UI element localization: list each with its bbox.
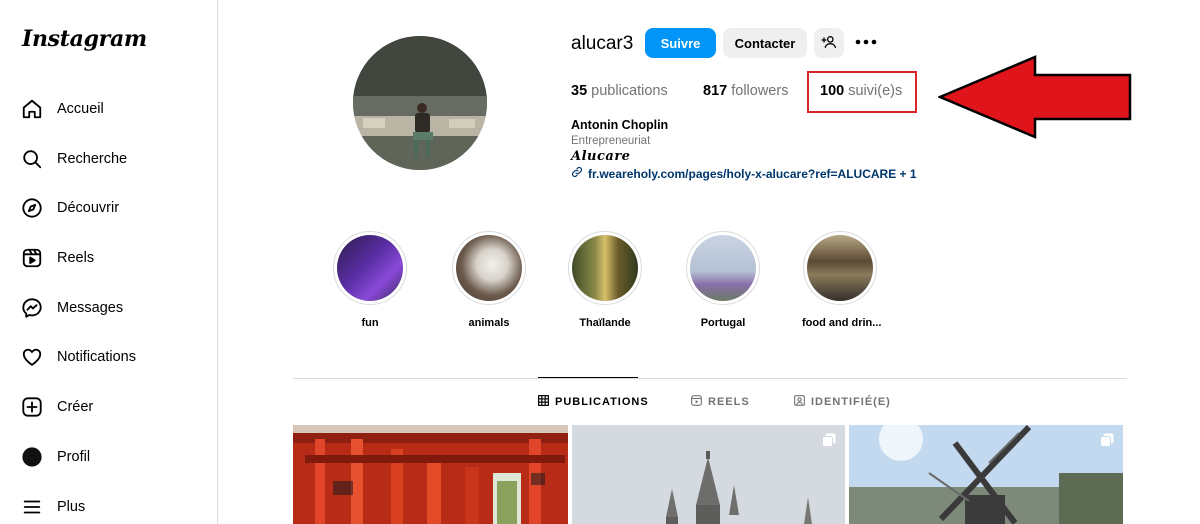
sidebar-item-create[interactable]: Créer — [20, 392, 93, 422]
highlight-ring — [803, 231, 877, 305]
highlight-thailande[interactable]: Thaïlande — [567, 231, 643, 329]
sidebar-item-search[interactable]: Recherche — [20, 144, 127, 174]
sidebar-item-profile[interactable]: Profil — [20, 442, 90, 472]
highlight-cover — [807, 235, 873, 301]
carousel-icon — [1100, 433, 1114, 447]
sidebar-item-notifications[interactable]: Notifications — [20, 342, 136, 372]
highlight-cover — [572, 235, 638, 301]
messenger-icon — [20, 296, 44, 320]
followers-label: followers — [731, 83, 789, 99]
highlight-cover — [456, 235, 522, 301]
profile-username: alucar3 — [571, 33, 634, 54]
profile-category: Entrepreneuriat — [571, 135, 651, 147]
profile-full-name: Antonin Choplin — [571, 118, 669, 132]
post-thumbnail[interactable] — [849, 425, 1123, 524]
sidebar-item-label: Reels — [57, 250, 95, 266]
post-thumbnail[interactable] — [293, 425, 568, 524]
sidebar-item-label: Accueil — [57, 101, 104, 117]
highlight-ring — [333, 231, 407, 305]
highlight-ring — [568, 231, 642, 305]
tab-tagged[interactable]: IDENTIFIÉ(E) — [794, 395, 891, 409]
highlight-ring — [686, 231, 760, 305]
highlight-food-and-drinks[interactable]: food and drin... — [802, 231, 882, 329]
tabs-divider — [293, 378, 1127, 379]
red-arrow-annotation — [938, 55, 1132, 139]
highlight-label: Thaïlande — [579, 317, 631, 329]
sidebar-item-reels[interactable]: Reels — [20, 243, 94, 273]
sidebar-item-label: Profil — [57, 449, 91, 465]
highlight-cover — [337, 235, 403, 301]
suggested-users-button[interactable] — [814, 28, 844, 58]
highlight-portugal[interactable]: Portugal — [685, 231, 761, 329]
sidebar-item-label: Messages — [57, 300, 124, 316]
home-icon — [20, 97, 44, 121]
tab-label: PUBLICATIONS — [555, 396, 649, 408]
profile-bio: Alucare — [571, 149, 631, 164]
highlight-ring — [452, 231, 526, 305]
link-icon — [571, 166, 583, 181]
add-user-icon — [821, 34, 837, 53]
grid-icon — [538, 395, 549, 409]
posts-count-stat: 35 publications — [571, 83, 668, 99]
highlight-cover — [690, 235, 756, 301]
profile-link-text: fr.weareholy.com/pages/holy-x-alucare?re… — [588, 166, 917, 181]
post-image — [849, 425, 1123, 524]
heart-icon — [20, 345, 44, 369]
tab-reels[interactable]: REELS — [691, 395, 750, 409]
sidebar-item-more[interactable]: Plus — [20, 492, 85, 522]
highlight-label: fun — [361, 317, 379, 329]
tab-label: REELS — [708, 396, 750, 408]
profile-link[interactable]: fr.weareholy.com/pages/holy-x-alucare?re… — [571, 166, 917, 181]
sidebar-item-messages[interactable]: Messages — [20, 293, 123, 323]
following-highlight-box — [807, 71, 917, 113]
highlight-label: Portugal — [700, 317, 746, 329]
search-icon — [20, 147, 44, 171]
posts-count: 35 — [571, 83, 588, 99]
sidebar-item-label: Notifications — [57, 349, 136, 365]
highlight-animals[interactable]: animals — [451, 231, 527, 329]
more-options-icon[interactable] — [854, 30, 878, 54]
sidebar-item-explore[interactable]: Découvrir — [20, 193, 119, 223]
tab-publications[interactable]: PUBLICATIONS — [538, 395, 649, 409]
posts-label: publications — [591, 83, 668, 99]
sidebar: Instagram Accueil Recherche Découvrir Re… — [0, 0, 218, 524]
reels-icon — [691, 395, 702, 409]
menu-icon — [20, 495, 44, 519]
profile-avatar[interactable] — [353, 36, 487, 170]
instagram-logo[interactable]: Instagram — [22, 26, 147, 52]
reels-icon — [20, 246, 44, 270]
contact-button[interactable]: Contacter — [723, 28, 807, 58]
post-image — [293, 425, 568, 524]
instagram-profile-page: Instagram Accueil Recherche Découvrir Re… — [0, 0, 1200, 524]
highlight-label: food and drin... — [802, 317, 882, 329]
compass-icon — [20, 196, 44, 220]
post-image — [572, 425, 845, 524]
post-thumbnail[interactable] — [572, 425, 845, 524]
plus-square-icon — [20, 395, 44, 419]
highlight-fun[interactable]: fun — [332, 231, 408, 329]
active-tab-indicator — [538, 377, 638, 378]
sidebar-item-label: Recherche — [57, 151, 128, 167]
sidebar-item-label: Créer — [57, 399, 94, 415]
follow-button[interactable]: Suivre — [645, 28, 716, 58]
followers-stat[interactable]: 817 followers — [703, 83, 788, 99]
tagged-icon — [794, 395, 805, 409]
avatar — [20, 445, 44, 469]
followers-count: 817 — [703, 83, 728, 99]
carousel-icon — [822, 433, 836, 447]
sidebar-item-label: Plus — [57, 499, 86, 515]
sidebar-item-label: Découvrir — [57, 200, 120, 216]
tab-label: IDENTIFIÉ(E) — [811, 396, 891, 408]
highlight-label: animals — [468, 317, 510, 329]
sidebar-item-home[interactable]: Accueil — [20, 94, 104, 124]
